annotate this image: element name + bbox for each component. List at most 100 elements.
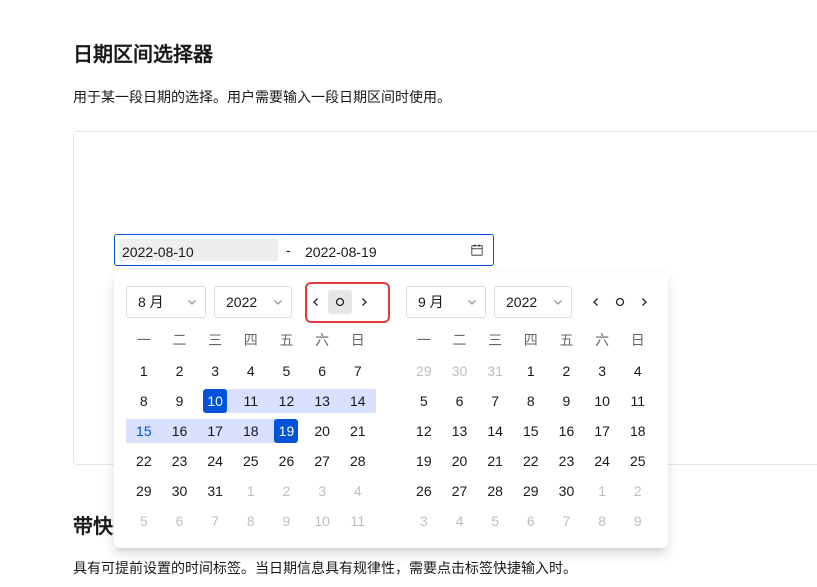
- date-cell[interactable]: 16: [549, 416, 585, 446]
- date-cell[interactable]: 10: [197, 386, 233, 416]
- date-cell[interactable]: 19: [268, 416, 305, 446]
- date-cell[interactable]: 5: [126, 506, 162, 536]
- date-cell[interactable]: 16: [161, 416, 198, 446]
- date-cell[interactable]: 24: [197, 446, 233, 476]
- date-cell[interactable]: 22: [126, 446, 162, 476]
- date-cell[interactable]: 23: [162, 446, 198, 476]
- date-cell[interactable]: 7: [197, 506, 233, 536]
- date-cell[interactable]: 18: [232, 416, 269, 446]
- date-cell[interactable]: 1: [233, 476, 269, 506]
- date-cell-label: 12: [278, 393, 295, 409]
- date-cell[interactable]: 13: [442, 416, 478, 446]
- date-cell[interactable]: 23: [549, 446, 585, 476]
- date-cell[interactable]: 4: [233, 356, 269, 386]
- date-cell[interactable]: 2: [162, 356, 198, 386]
- date-cell[interactable]: 14: [339, 386, 376, 416]
- date-cell[interactable]: 5: [269, 356, 305, 386]
- date-cell[interactable]: 11: [340, 506, 376, 536]
- date-cell[interactable]: 31: [197, 476, 233, 506]
- date-cell[interactable]: 26: [269, 446, 305, 476]
- date-cell[interactable]: 2: [269, 476, 305, 506]
- date-cell[interactable]: 11: [232, 386, 269, 416]
- date-cell[interactable]: 4: [340, 476, 376, 506]
- date-cell[interactable]: 31: [477, 356, 513, 386]
- date-cell[interactable]: 18: [620, 416, 656, 446]
- date-cell[interactable]: 29: [126, 476, 162, 506]
- date-cell[interactable]: 4: [620, 356, 656, 386]
- date-cell[interactable]: 21: [477, 446, 513, 476]
- date-cell[interactable]: 8: [513, 386, 549, 416]
- date-cell[interactable]: 9: [549, 386, 585, 416]
- date-cell[interactable]: 1: [513, 356, 549, 386]
- date-cell[interactable]: 24: [584, 446, 620, 476]
- date-cell[interactable]: 19: [406, 446, 442, 476]
- year-select[interactable]: 2022: [494, 286, 572, 318]
- date-cell[interactable]: 5: [477, 506, 513, 536]
- month-select[interactable]: 8 月: [126, 286, 206, 318]
- date-cell[interactable]: 5: [406, 386, 442, 416]
- date-cell[interactable]: 2: [620, 476, 656, 506]
- date-cell[interactable]: 25: [233, 446, 269, 476]
- date-cell[interactable]: 20: [304, 416, 340, 446]
- date-cell[interactable]: 12: [406, 416, 442, 446]
- date-cell[interactable]: 9: [269, 506, 305, 536]
- date-cell[interactable]: 29: [513, 476, 549, 506]
- date-cell[interactable]: 15: [126, 416, 162, 446]
- date-cell[interactable]: 3: [406, 506, 442, 536]
- prev-month-button[interactable]: [584, 290, 608, 314]
- date-cell[interactable]: 8: [233, 506, 269, 536]
- date-cell[interactable]: 15: [513, 416, 549, 446]
- date-cell[interactable]: 3: [584, 356, 620, 386]
- date-cell[interactable]: 12: [268, 386, 305, 416]
- date-cell[interactable]: 10: [304, 506, 340, 536]
- date-cell[interactable]: 7: [549, 506, 585, 536]
- date-cell[interactable]: 6: [304, 356, 340, 386]
- date-cell[interactable]: 28: [340, 446, 376, 476]
- date-cell[interactable]: 30: [162, 476, 198, 506]
- date-cell[interactable]: 8: [126, 386, 162, 416]
- date-cell[interactable]: 2: [549, 356, 585, 386]
- date-cell[interactable]: 27: [442, 476, 478, 506]
- date-cell-label: 18: [243, 423, 259, 439]
- date-cell[interactable]: 7: [477, 386, 513, 416]
- date-cell[interactable]: 1: [126, 356, 162, 386]
- date-cell[interactable]: 3: [197, 356, 233, 386]
- date-cell[interactable]: 17: [584, 416, 620, 446]
- date-cell[interactable]: 4: [442, 506, 478, 536]
- date-cell[interactable]: 25: [620, 446, 656, 476]
- date-cell[interactable]: 17: [197, 416, 233, 446]
- calendar-icon[interactable]: [470, 243, 484, 257]
- date-cell[interactable]: 21: [340, 416, 376, 446]
- date-cell[interactable]: 28: [477, 476, 513, 506]
- date-cell[interactable]: 7: [340, 356, 376, 386]
- start-date-input[interactable]: 2022-08-10: [119, 239, 278, 261]
- date-cell[interactable]: 26: [406, 476, 442, 506]
- date-cell[interactable]: 27: [304, 446, 340, 476]
- date-cell[interactable]: 14: [477, 416, 513, 446]
- end-date-input[interactable]: 2022-08-19: [302, 239, 452, 261]
- date-cell[interactable]: 6: [162, 506, 198, 536]
- date-cell[interactable]: 30: [442, 356, 478, 386]
- date-cell[interactable]: 6: [442, 386, 478, 416]
- current-month-button[interactable]: [608, 290, 632, 314]
- date-cell[interactable]: 6: [513, 506, 549, 536]
- date-cell[interactable]: 8: [584, 506, 620, 536]
- month-select[interactable]: 9 月: [406, 286, 486, 318]
- next-month-button[interactable]: [632, 290, 656, 314]
- year-select[interactable]: 2022: [214, 286, 292, 318]
- date-cell[interactable]: 9: [162, 386, 198, 416]
- date-cell[interactable]: 13: [304, 386, 340, 416]
- date-cell[interactable]: 3: [304, 476, 340, 506]
- date-cell[interactable]: 10: [584, 386, 620, 416]
- date-cell[interactable]: 29: [406, 356, 442, 386]
- date-cell[interactable]: 9: [620, 506, 656, 536]
- date-cell[interactable]: 20: [442, 446, 478, 476]
- page-description: 用于某一段日期的选择。用户需要输入一段日期区间时使用。: [73, 89, 451, 105]
- date-cell-label: 2: [562, 363, 571, 379]
- date-cell[interactable]: 22: [513, 446, 549, 476]
- date-cell[interactable]: 1: [584, 476, 620, 506]
- date-cell[interactable]: 30: [549, 476, 585, 506]
- date-cell[interactable]: 11: [620, 386, 656, 416]
- highlight-box: [305, 282, 390, 323]
- date-range-input[interactable]: 2022-08-10 - 2022-08-19: [114, 234, 494, 266]
